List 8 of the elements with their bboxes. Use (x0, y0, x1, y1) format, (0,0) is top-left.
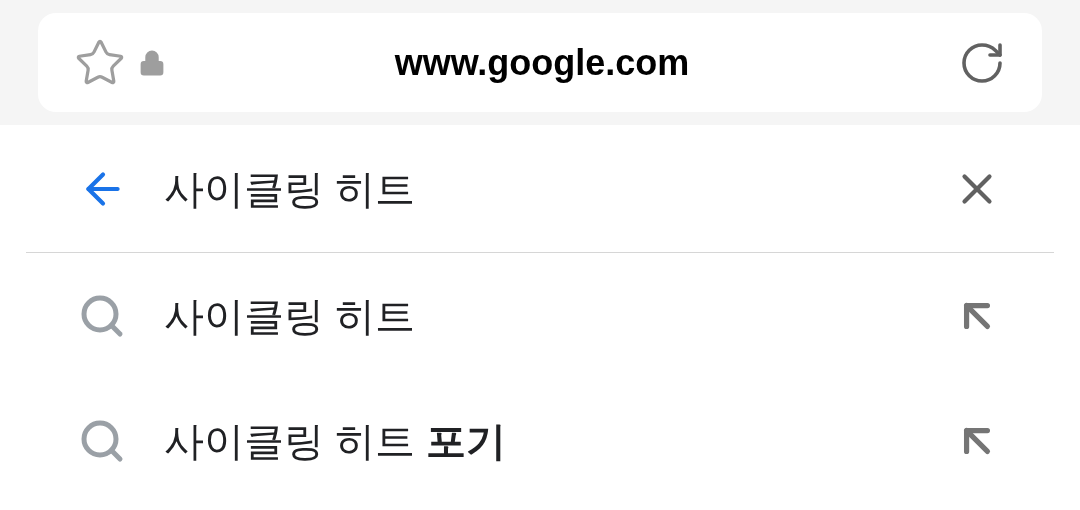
suggestion-item[interactable]: 사이클링 히트 포기 (26, 378, 1054, 503)
lock-icon (138, 48, 166, 77)
address-bar[interactable]: www.google.com (38, 13, 1042, 112)
suggestion-item[interactable]: 사이클링 히트 (26, 253, 1054, 378)
url-text: www.google.com (394, 40, 690, 85)
search-field[interactable]: 사이클링 히트 (164, 158, 952, 219)
suggestion-text: 사이클링 히트 (164, 292, 417, 340)
suggestion-text: 사이클링 히트 포기 (164, 417, 508, 465)
